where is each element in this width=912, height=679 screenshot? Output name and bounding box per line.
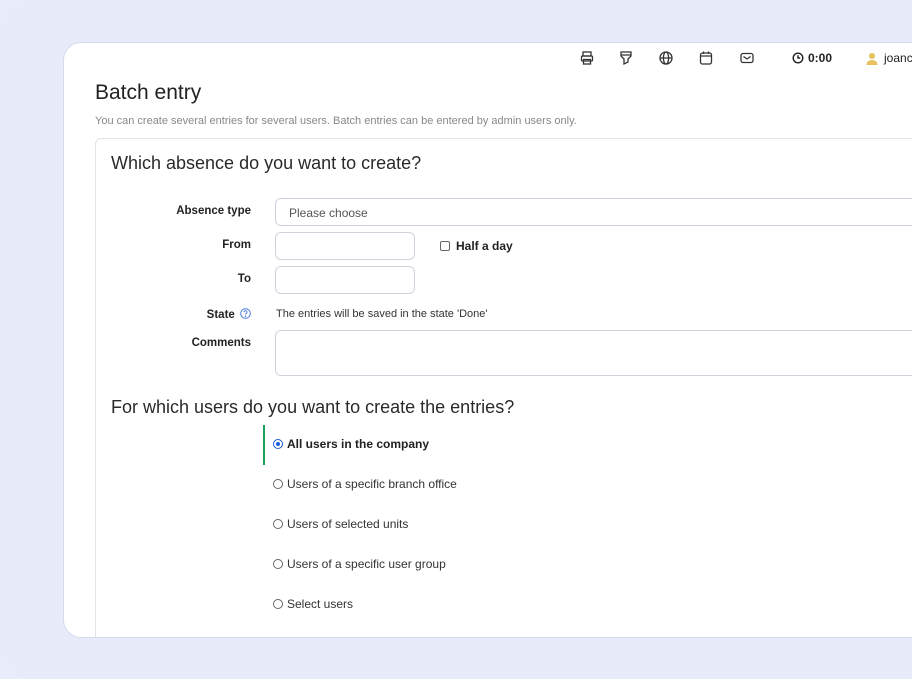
radio-button[interactable] — [273, 559, 283, 569]
radio-option-user-group[interactable]: Users of a specific user group — [273, 557, 446, 571]
help-icon[interactable] — [240, 308, 251, 319]
filter-icon[interactable] — [618, 50, 634, 66]
state-label: State — [206, 309, 235, 321]
radio-button[interactable] — [273, 599, 283, 609]
mail-icon[interactable] — [739, 50, 755, 66]
half-day-checkbox[interactable] — [440, 241, 450, 251]
comments-textarea[interactable] — [275, 330, 912, 376]
user-name: joanc — [884, 51, 912, 65]
globe-icon[interactable] — [658, 50, 674, 66]
user-menu[interactable]: joanc — [866, 50, 912, 66]
radio-label: All users in the company — [287, 437, 430, 451]
half-day-label: Half a day — [456, 239, 513, 253]
clock-icon — [792, 52, 804, 64]
page-description: You can create several entries for sever… — [95, 115, 577, 127]
from-date-input[interactable] — [275, 232, 415, 260]
absence-type-select[interactable]: Please choose — [275, 198, 912, 226]
radio-option-all-users[interactable]: All users in the company — [273, 437, 429, 451]
radio-label: Users of a specific branch office — [287, 477, 457, 491]
selected-option-indicator — [263, 425, 265, 465]
radio-button[interactable] — [273, 479, 283, 489]
radio-option-selected-units[interactable]: Users of selected units — [273, 517, 408, 531]
comments-label: Comments — [191, 337, 251, 349]
time-tracker[interactable]: 0:00 — [792, 50, 832, 66]
radio-label: Select users — [287, 597, 354, 611]
batch-entry-card: Which absence do you want to create? Abs… — [95, 138, 912, 637]
radio-label: Users of a specific user group — [287, 557, 446, 571]
radio-label: Users of selected units — [287, 517, 409, 531]
absence-type-label: Absence type — [176, 205, 251, 217]
to-date-input[interactable] — [275, 266, 415, 294]
absence-section-title: Which absence do you want to create? — [111, 153, 422, 173]
printer-icon[interactable] — [579, 50, 595, 66]
calendar-icon[interactable] — [698, 50, 714, 66]
state-description: The entries will be saved in the state '… — [276, 308, 488, 320]
radio-option-select-users[interactable]: Select users — [273, 597, 353, 611]
state-label-wrapper: State — [96, 308, 251, 321]
to-label: To — [237, 273, 251, 285]
users-section-title: For which users do you want to create th… — [111, 397, 515, 417]
page-title: Batch entry — [95, 81, 202, 104]
timer-value: 0:00 — [808, 51, 833, 65]
app-window: 0:00 joanc Batch entry You can create se… — [63, 42, 912, 638]
from-label: From — [222, 239, 251, 251]
radio-button[interactable] — [273, 519, 283, 529]
half-day-checkbox-wrapper[interactable]: Half a day — [440, 239, 513, 253]
user-icon — [866, 52, 878, 65]
radio-button[interactable] — [273, 439, 283, 449]
top-toolbar: 0:00 joanc — [64, 43, 912, 73]
radio-option-branch-office[interactable]: Users of a specific branch office — [273, 477, 457, 491]
